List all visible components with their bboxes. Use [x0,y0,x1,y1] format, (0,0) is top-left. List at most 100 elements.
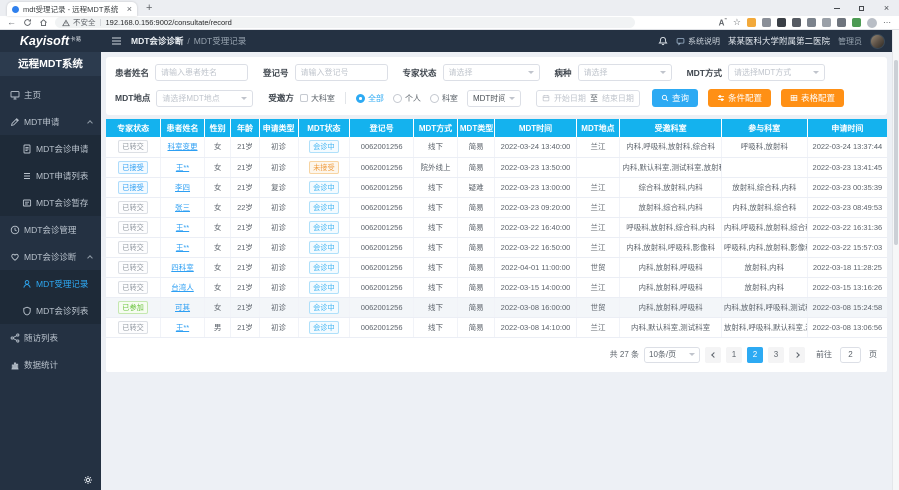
patient-name-link[interactable]: 李四 [175,183,190,192]
sidebar-item-数据统计[interactable]: 数据统计 [0,351,101,378]
browser-navbar: ← 不安全 192.168.0.156:9002/consultate/reco… [0,16,899,30]
search-button[interactable]: 查询 [652,89,698,107]
settings-gear-icon[interactable] [83,475,93,485]
extension-icon[interactable] [747,18,756,27]
page-button-3[interactable]: 3 [768,347,784,363]
window-close-button[interactable]: × [874,0,899,16]
patient-name-link[interactable]: 王** [176,323,189,332]
browser-tool-icon[interactable] [822,18,831,27]
sidebar-item-MDT会诊列表[interactable]: MDT会诊列表 [0,297,101,324]
sidebar-item-主页[interactable]: 主页 [0,81,101,108]
system-help-button[interactable]: 系统说明 [676,36,720,47]
browser-profile-avatar[interactable] [867,18,877,28]
patient-name-link[interactable]: 台湾人 [171,283,194,292]
table-row[interactable]: 已转交王**女21岁初诊会诊中0062001256线下简易2022-03-22 … [106,217,887,237]
notification-bell-icon[interactable] [658,36,668,46]
table-row[interactable]: 已参加可其女21岁初诊会诊中0062001256线下简易2022-03-08 1… [106,297,887,317]
apply-time-cell: 2022-03-23 00:35:39 [807,177,887,197]
menu-collapse-icon[interactable] [111,36,122,46]
patient-name-link[interactable]: 四科室 [171,263,194,272]
sidebar-item-随访列表[interactable]: 随访列表 [0,324,101,351]
sidebar-item-MDT会诊管理[interactable]: MDT会诊管理 [0,216,101,243]
mdt-place-select[interactable]: 请选择MDT地点 [156,90,253,107]
mdt-status-cell: 会诊中 [298,317,350,337]
scrollbar-thumb[interactable] [894,60,898,245]
table-row[interactable]: 已接受王**女21岁初诊未接受0062001256院外线上简易2022-03-2… [106,157,887,177]
tab-close-icon[interactable]: × [127,5,132,14]
page-button-2[interactable]: 2 [747,347,763,363]
join-depts-cell: 内科,放射科,呼吸科,测试科室 [721,297,807,317]
read-aloud-icon[interactable]: A” [719,18,727,28]
time-type-select[interactable]: MDT时间 [467,90,521,107]
table-row[interactable]: 已转交科室变更女21岁初诊会诊中0062001256线下简易2022-03-24… [106,137,887,157]
refresh-icon[interactable] [23,18,32,27]
sidebar-item-MDT会诊诊断[interactable]: MDT会诊诊断 [0,243,101,270]
extension-icon[interactable] [792,18,801,27]
breadcrumb-parent[interactable]: MDT会诊诊断 [131,35,183,47]
page-jump-input[interactable] [840,347,861,363]
extension-icon[interactable] [762,18,771,27]
page-scrollbar[interactable] [892,30,899,490]
edit-icon [9,117,20,127]
apply-time-cell: 2022-03-22 16:31:36 [807,217,887,237]
window-maximize-button[interactable] [849,0,874,16]
mdt-type-cell: 简易 [457,137,494,157]
table-config-button[interactable]: 表格配置 [781,89,844,107]
table-row[interactable]: 已转交台湾人女21岁初诊会诊中0062001256线下简易2022-03-15 … [106,277,887,297]
mdt-mode-select[interactable]: 请选择MDT方式 [728,64,825,81]
security-warning-icon [62,19,70,27]
invitee-radio-个人[interactable]: 个人 [393,93,421,104]
window-minimize-button[interactable] [824,0,849,16]
page-size-select[interactable]: 10条/页 [644,347,700,363]
browser-tool-icon[interactable] [837,18,846,27]
big-dept-checkbox[interactable] [300,94,308,102]
patient-name-input[interactable] [155,64,248,81]
back-icon[interactable]: ← [7,18,16,27]
extension-icon[interactable] [807,18,816,27]
favorite-star-icon[interactable]: ☆ [733,17,741,28]
gender-cell: 男 [204,317,231,337]
address-bar[interactable]: 不安全 192.168.0.156:9002/consultate/record [55,17,635,28]
sidebar-item-MDT申请列表[interactable]: MDT申请列表 [0,162,101,189]
date-range-picker[interactable]: 开始日期 至 结束日期 [536,90,640,107]
invitee-radio-全部[interactable]: 全部 [356,93,384,104]
page-button-1[interactable]: 1 [726,347,742,363]
security-label: 不安全 [73,17,96,28]
condition-config-button[interactable]: 条件配置 [708,89,771,107]
home-icon[interactable] [39,18,48,27]
patient-name-link[interactable]: 科室变更 [168,142,198,151]
patient-name-link[interactable]: 张三 [175,203,190,212]
patient-name-link[interactable]: 王** [176,223,189,232]
user-avatar[interactable] [870,34,885,49]
clock-icon [9,225,20,235]
sidebar-item-MDT受理记录[interactable]: MDT受理记录 [0,270,101,297]
chevron-down-icon [528,71,534,74]
apply-type-cell: 初诊 [259,297,298,317]
gender-cell: 女 [204,197,231,217]
extension-icon[interactable] [777,18,786,27]
register-no-input[interactable] [295,64,388,81]
new-tab-button[interactable]: + [146,2,152,15]
disease-select[interactable]: 请选择 [578,64,672,81]
patient-name-link[interactable]: 可其 [175,303,190,312]
invitee-radio-科室[interactable]: 科室 [430,93,458,104]
expert-status-select[interactable]: 请选择 [443,64,540,81]
table-row[interactable]: 已转交王**女21岁初诊会诊中0062001256线下简易2022-03-22 … [106,237,887,257]
invitee-label: 受邀方 [268,92,294,104]
table-row[interactable]: 已转交王**男21岁初诊会诊中0062001256线下简易2022-03-08 … [106,317,887,337]
browser-tab[interactable]: mdt受理记录 - 远程MDT系统 × [7,2,137,16]
sidebar-item-MDT会诊暂存[interactable]: MDT会诊暂存 [0,189,101,216]
table-row[interactable]: 已转交张三女22岁初诊会诊中0062001256线下简易2022-03-23 0… [106,197,887,217]
table-row[interactable]: 已转交四科室女21岁初诊会诊中0062001256线下简易2022-04-01 … [106,257,887,277]
next-page-button[interactable] [789,347,805,363]
sidebar-item-MDT会诊申请[interactable]: MDT会诊申请 [0,135,101,162]
patient-name-cell: 可其 [161,297,205,317]
prev-page-button[interactable] [705,347,721,363]
extension-icon[interactable] [852,18,861,27]
patient-name-link[interactable]: 王** [176,163,189,172]
sidebar-item-MDT申请[interactable]: MDT申请 [0,108,101,135]
table-row[interactable]: 已接受李四女21岁复诊会诊中0062001256线下疑难2022-03-23 1… [106,177,887,197]
patient-name-link[interactable]: 王** [176,243,189,252]
mdt-time-cell: 2022-03-23 13:50:00 [495,157,576,177]
browser-menu-icon[interactable]: ⋯ [883,18,892,27]
